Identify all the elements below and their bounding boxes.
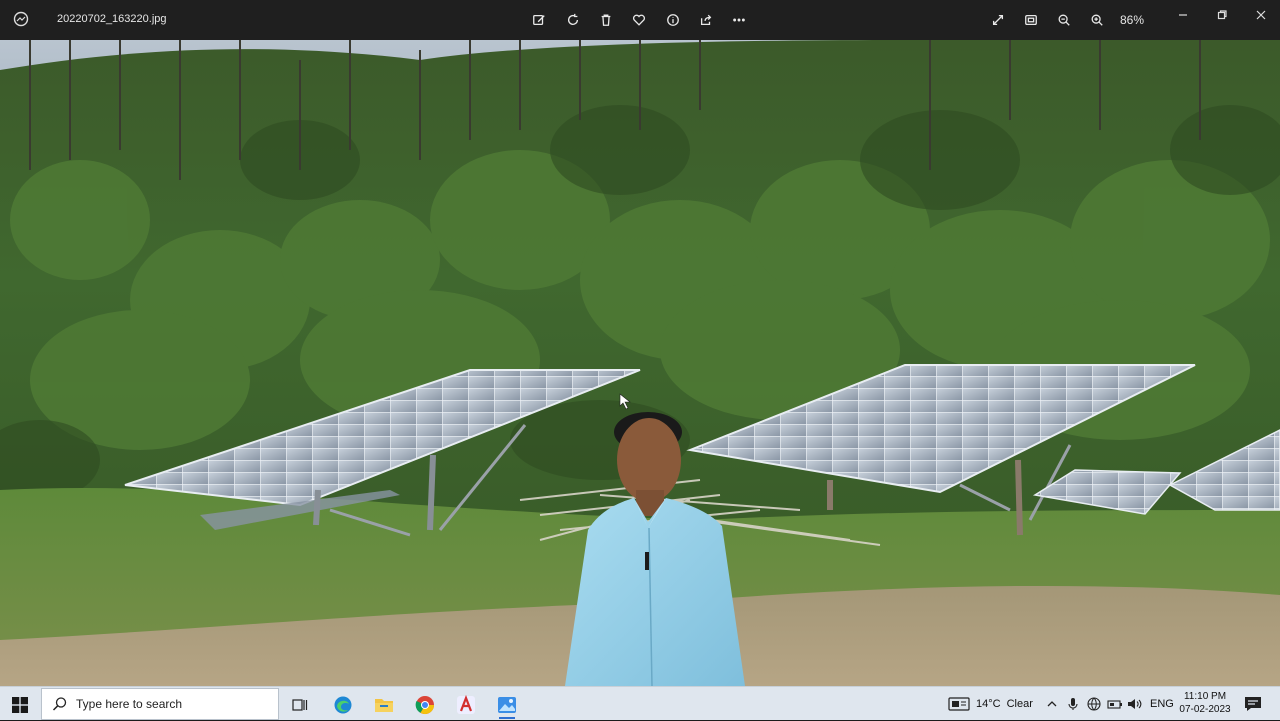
volume-icon[interactable] — [1127, 687, 1143, 721]
show-hidden-icons-chevron-icon[interactable] — [1046, 687, 1058, 721]
taskbar: Type here to search 14°C Clear ENG 11:10… — [0, 686, 1280, 720]
zoom-in-icon[interactable] — [1086, 9, 1108, 31]
info-icon[interactable] — [662, 9, 684, 31]
windows-start-icon[interactable] — [6, 694, 34, 716]
fit-screen-icon[interactable] — [1020, 9, 1042, 31]
edit-image-icon[interactable] — [528, 9, 550, 31]
battery-icon[interactable] — [1107, 687, 1123, 721]
edge-browser-icon[interactable] — [327, 691, 359, 719]
file-explorer-icon[interactable] — [368, 691, 400, 719]
taskbar-search-box[interactable]: Type here to search — [41, 688, 279, 720]
fullscreen-icon[interactable] — [987, 9, 1009, 31]
weather-icon — [948, 697, 970, 711]
photo-image — [0, 40, 1280, 686]
delete-icon[interactable] — [595, 9, 617, 31]
more-options-icon[interactable] — [728, 9, 750, 31]
photo-canvas[interactable] — [0, 40, 1280, 686]
zoom-out-icon[interactable] — [1053, 9, 1075, 31]
share-icon[interactable] — [695, 9, 717, 31]
search-icon — [52, 697, 67, 711]
clock-time: 11:10 PM — [1183, 691, 1227, 702]
photos-taskbar-icon[interactable] — [491, 691, 523, 719]
notifications-icon[interactable] — [1244, 696, 1262, 712]
clock-date: 07-02-2023 — [1179, 704, 1231, 715]
weather-widget[interactable]: 14°C Clear — [948, 687, 1033, 721]
rotate-icon[interactable] — [562, 9, 584, 31]
photos-app-window: 20220702_163220.jpg 86% Type here to sea… — [0, 0, 1280, 720]
file-name: 20220702_163220.jpg — [57, 13, 167, 25]
title-bar: 20220702_163220.jpg 86% — [0, 0, 1280, 40]
network-globe-icon[interactable] — [1087, 687, 1101, 721]
photos-app-icon[interactable] — [10, 8, 32, 30]
maximize-button[interactable] — [1203, 0, 1241, 30]
task-view-icon[interactable] — [284, 691, 316, 719]
minimize-button[interactable] — [1164, 0, 1202, 30]
acrobat-reader-icon[interactable] — [450, 691, 482, 719]
weather-condition: Clear — [1006, 698, 1033, 710]
microphone-icon[interactable] — [1068, 687, 1078, 721]
weather-temperature: 14°C — [976, 698, 1001, 710]
favorite-heart-icon[interactable] — [628, 9, 650, 31]
close-button[interactable] — [1242, 0, 1280, 30]
search-placeholder: Type here to search — [76, 697, 183, 711]
chrome-browser-icon[interactable] — [409, 691, 441, 719]
zoom-level[interactable]: 86% — [1120, 13, 1144, 27]
system-clock[interactable]: 11:10 PM 07-02-2023 — [1170, 690, 1240, 716]
